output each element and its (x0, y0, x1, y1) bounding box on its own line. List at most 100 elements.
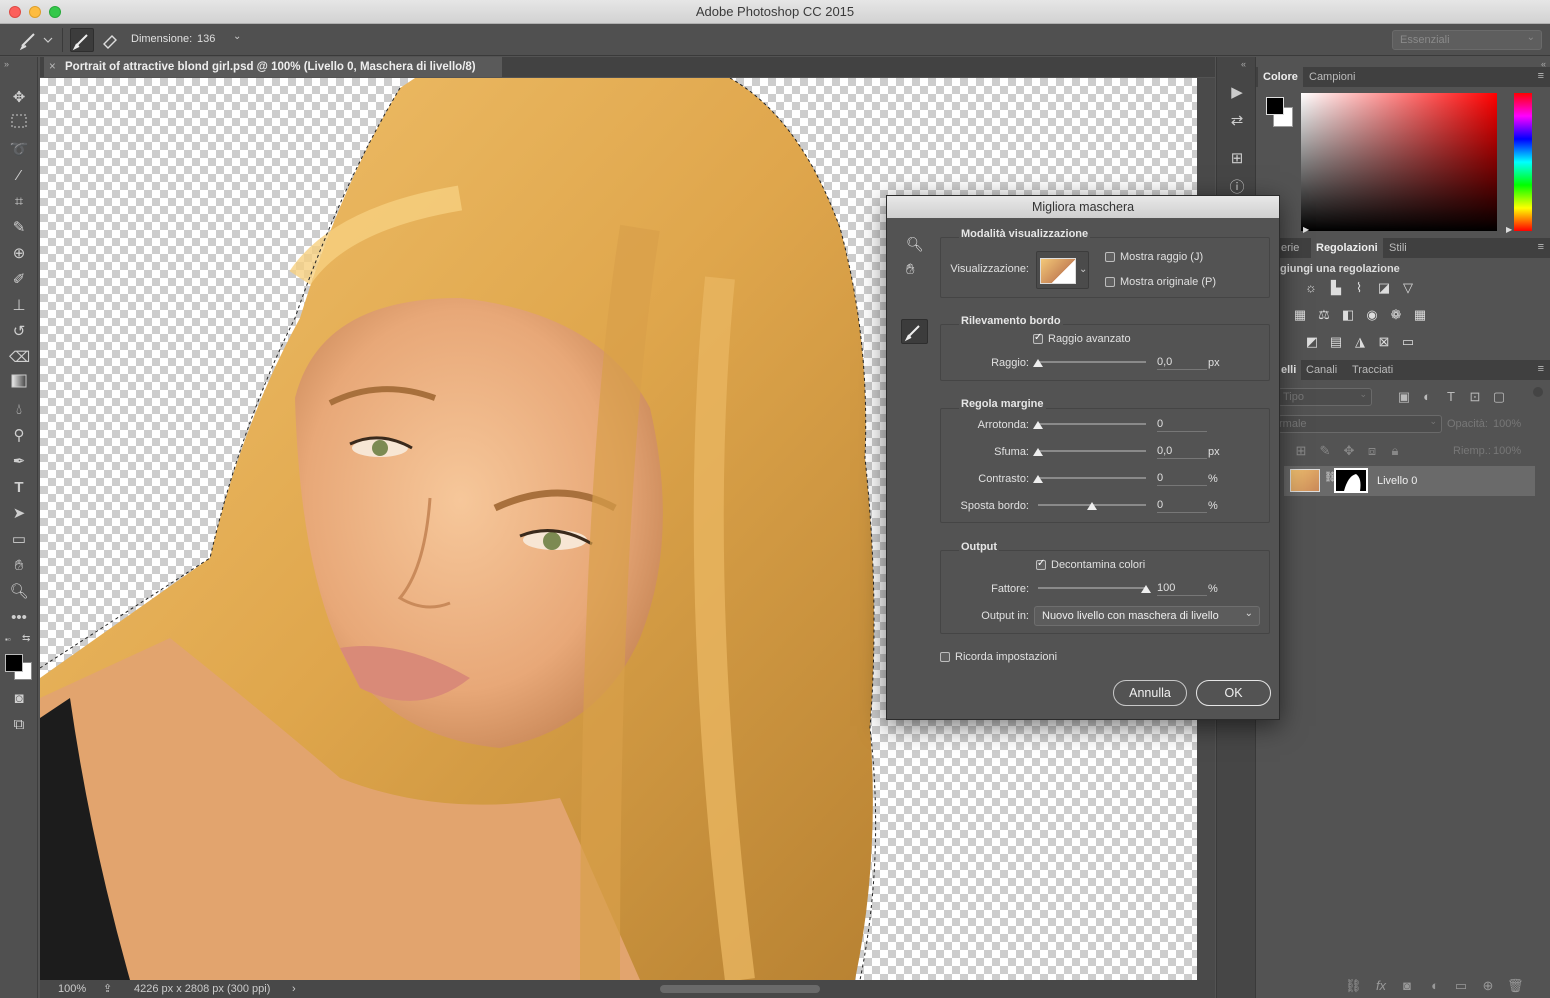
photo-filter-adjustment-icon[interactable]: ◉ (1364, 307, 1380, 323)
tab-channels[interactable]: Canali (1301, 360, 1342, 380)
tab-adjustments[interactable]: Regolazioni (1311, 238, 1383, 258)
link-layers-icon[interactable]: ⛓ (1345, 978, 1362, 994)
gradient-map-adjustment-icon[interactable]: ▭ (1400, 334, 1416, 350)
status-menu-arrow[interactable]: › (292, 980, 296, 998)
rectangle-tool-icon[interactable]: ▭ (9, 530, 29, 550)
contrast-value-field[interactable]: 0 (1157, 471, 1207, 486)
crop-tool-icon[interactable]: ⌗ (9, 192, 29, 212)
fill-value[interactable]: 100% (1493, 445, 1521, 457)
share-icon[interactable]: ⇪ (103, 980, 112, 998)
filter-smart-object-icon[interactable]: ▢ (1491, 389, 1507, 405)
color-balance-adjustment-icon[interactable]: ⚖ (1316, 307, 1332, 323)
black-white-adjustment-icon[interactable]: ◧ (1340, 307, 1356, 323)
radius-slider-handle[interactable] (1033, 359, 1043, 367)
layer-thumbnail[interactable] (1290, 469, 1320, 492)
add-mask-icon[interactable]: ◙ (1399, 978, 1415, 994)
collapse-icon[interactable]: » (4, 59, 9, 69)
size-field[interactable]: 136 ⌄ (193, 30, 245, 50)
filter-shape-icon[interactable]: ⊡ (1467, 389, 1483, 405)
invert-adjustment-icon[interactable]: ◩ (1304, 334, 1320, 350)
pen-tool-icon[interactable]: ✒ (9, 452, 29, 472)
blur-tool-icon[interactable]: 💧︎ (9, 400, 29, 420)
threshold-adjustment-icon[interactable]: ◮ (1352, 334, 1368, 350)
refine-radius-tool-button[interactable] (901, 319, 928, 344)
more-tools-icon[interactable]: ••• (9, 608, 29, 628)
horizontal-scrollbar[interactable] (660, 985, 820, 993)
zoom-window-button[interactable] (49, 6, 61, 18)
posterize-adjustment-icon[interactable]: ▤ (1328, 334, 1344, 350)
erase-refinements-button[interactable] (98, 28, 122, 52)
shift-edge-value-field[interactable]: 0 (1157, 498, 1207, 513)
minimize-window-button[interactable] (29, 6, 41, 18)
history-icon[interactable]: ⇄ (1227, 111, 1247, 131)
channel-mixer-adjustment-icon[interactable]: ❁ (1388, 307, 1404, 323)
new-group-icon[interactable]: ▭ (1453, 978, 1469, 994)
type-tool-icon[interactable]: T (9, 478, 29, 498)
show-original-checkbox[interactable] (1105, 277, 1115, 287)
hand-tool-icon[interactable]: ✋︎ (9, 556, 29, 576)
smooth-slider-track[interactable] (1038, 423, 1146, 425)
panel-menu-icon[interactable]: ≡ (1538, 70, 1544, 82)
layer-mask-thumbnail[interactable] (1334, 468, 1368, 493)
tab-styles[interactable]: Stili (1384, 238, 1412, 258)
properties-icon[interactable]: ⊞ (1227, 149, 1247, 169)
filter-adjustment-icon[interactable]: ◐ (1419, 389, 1435, 405)
collapse-icon[interactable]: « (1241, 59, 1246, 69)
smart-radius-checkbox[interactable] (1033, 332, 1043, 344)
tool-preset-picker[interactable] (14, 28, 54, 52)
eraser-tool-icon[interactable]: ⌫ (9, 348, 30, 368)
color-field[interactable] (1301, 93, 1497, 231)
vibrance-adjustment-icon[interactable]: ▽ (1400, 280, 1416, 296)
layer-name[interactable]: Livello 0 (1377, 475, 1417, 487)
dodge-tool-icon[interactable]: ⚲ (9, 426, 29, 446)
amount-slider-handle[interactable] (1141, 585, 1151, 593)
selective-color-adjustment-icon[interactable]: ⊠ (1376, 334, 1392, 350)
refine-radius-mode-button[interactable] (70, 28, 94, 52)
remember-settings-checkbox[interactable] (940, 652, 950, 662)
decontaminate-colors-checkbox[interactable] (1036, 558, 1046, 570)
brush-tool-icon[interactable]: ✐ (9, 270, 29, 290)
curves-adjustment-icon[interactable]: ⌇ (1351, 280, 1367, 296)
hue-saturation-adjustment-icon[interactable]: ▦ (1292, 307, 1308, 323)
gradient-tool-icon[interactable] (9, 374, 29, 394)
clone-stamp-tool-icon[interactable]: ⊥ (9, 296, 29, 316)
new-adjustment-icon[interactable]: ◐ (1427, 978, 1443, 994)
output-to-select[interactable]: Nuovo livello con maschera di livello ⌄ (1034, 606, 1260, 626)
marquee-tool-icon[interactable] (9, 114, 29, 134)
tab-swatches[interactable]: Campioni (1304, 67, 1360, 87)
color-lookup-adjustment-icon[interactable]: ▦ (1412, 307, 1428, 323)
field-slider-handle[interactable]: ▶ (1303, 225, 1309, 234)
close-tab-icon[interactable]: × (49, 57, 56, 77)
panel-menu-icon[interactable]: ≡ (1538, 241, 1544, 253)
radius-slider-track[interactable] (1038, 361, 1146, 363)
lock-all-icon[interactable]: 🔒︎ (1387, 443, 1403, 459)
ok-button[interactable]: OK (1196, 680, 1271, 706)
lock-position-icon[interactable]: ✥ (1341, 443, 1357, 459)
filter-pixel-icon[interactable]: ▣ (1396, 389, 1412, 405)
blend-mode-select[interactable]: rmale ⌄ (1278, 415, 1442, 433)
history-brush-tool-icon[interactable]: ↺ (9, 322, 29, 342)
feather-slider-handle[interactable] (1033, 448, 1043, 456)
zoom-tool-icon[interactable]: 🔍︎ (906, 236, 924, 253)
eyedropper-tool-icon[interactable]: ✎ (9, 218, 29, 238)
feather-value-field[interactable]: 0,0 (1157, 444, 1207, 459)
opacity-value[interactable]: 100% (1493, 418, 1521, 430)
path-selection-tool-icon[interactable]: ➤ (9, 504, 29, 524)
hand-tool-icon[interactable]: ✋︎ (906, 261, 915, 278)
foreground-color-swatch[interactable] (1266, 97, 1284, 115)
smooth-slider-handle[interactable] (1033, 421, 1043, 429)
brightness-adjustment-icon[interactable]: ☼ (1303, 280, 1319, 296)
fx-icon[interactable]: fx (1373, 978, 1389, 994)
show-radius-checkbox[interactable] (1105, 252, 1115, 262)
move-tool-icon[interactable]: ✥ (9, 88, 29, 108)
lock-pixels-icon[interactable]: ✎ (1317, 443, 1333, 459)
screen-mode-icon[interactable]: ⧉ (9, 715, 29, 735)
quick-mask-icon[interactable]: ◙ (9, 689, 29, 709)
lock-transparent-icon[interactable]: ⊞ (1293, 443, 1309, 459)
hue-slider[interactable] (1514, 93, 1532, 231)
default-colors-icon[interactable]: ▪▫ (5, 635, 11, 644)
delete-layer-icon[interactable]: 🗑︎ (1507, 978, 1524, 994)
filter-type-icon[interactable]: T (1443, 389, 1459, 405)
radius-value-field[interactable]: 0,0 (1157, 355, 1207, 370)
foreground-color-swatch[interactable] (5, 654, 23, 672)
